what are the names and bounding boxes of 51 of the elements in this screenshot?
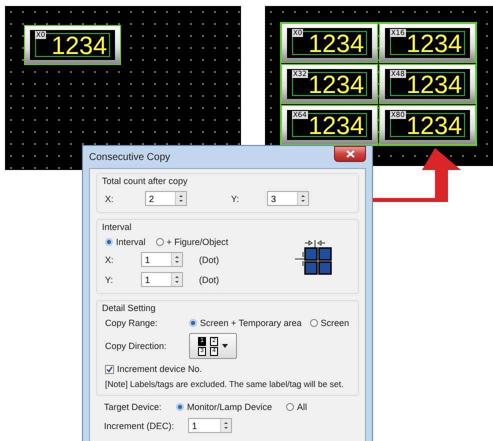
note-text: [Note] Labels/tags are excluded. The same label/tag will be set. bbox=[105, 379, 344, 389]
value-input[interactable]: 2 bbox=[146, 192, 175, 205]
value-input[interactable]: 1 bbox=[189, 419, 220, 432]
field-label: Copy Range: bbox=[105, 318, 159, 328]
arrow-icon bbox=[373, 148, 462, 202]
close-icon bbox=[346, 150, 354, 158]
field-label: Copy Direction: bbox=[105, 341, 168, 351]
field-label: Target Device: bbox=[104, 402, 163, 412]
radio-option[interactable]: Monitor/Lamp Device bbox=[176, 402, 272, 412]
field-label: X: bbox=[105, 254, 115, 264]
window-title: Consecutive Copy bbox=[89, 152, 170, 162]
value-input[interactable]: 1 bbox=[142, 273, 171, 286]
checkmark-icon bbox=[106, 366, 113, 372]
radio-option[interactable]: Interval bbox=[105, 237, 146, 247]
field-label: Increment (DEC): bbox=[104, 420, 176, 430]
display-value: 1234 bbox=[308, 73, 364, 97]
unit-label: (Dot) bbox=[199, 254, 219, 264]
radio-dot-icon[interactable] bbox=[310, 319, 318, 327]
radio-option[interactable]: + Figure/Object bbox=[156, 237, 228, 247]
unit-label: (Dot) bbox=[199, 274, 219, 284]
value-input[interactable]: 3 bbox=[268, 192, 297, 205]
spin-field[interactable]: 3 bbox=[267, 191, 309, 206]
group-label: Interval bbox=[102, 222, 133, 232]
radio-dot-icon[interactable] bbox=[156, 238, 164, 246]
display-value: 1234 bbox=[406, 114, 462, 138]
checkbox[interactable] bbox=[105, 364, 114, 374]
display-value: 1234 bbox=[308, 32, 364, 56]
radio-dot-icon[interactable] bbox=[176, 403, 184, 411]
display-value: 1234 bbox=[51, 34, 107, 58]
field-label: Y: bbox=[105, 274, 114, 284]
field-label: Y: bbox=[230, 194, 240, 204]
caret-icon bbox=[222, 344, 228, 348]
checkbox-option[interactable]: Increment device No. bbox=[105, 364, 350, 374]
group-label: Total count after copy bbox=[102, 176, 189, 186]
field-label: X: bbox=[105, 194, 115, 204]
display-value: 1234 bbox=[406, 73, 462, 97]
spin-field[interactable]: 1 bbox=[188, 418, 232, 433]
group-label: Detail Setting bbox=[102, 303, 157, 313]
radio-option[interactable]: Screen + Temporary area bbox=[189, 318, 302, 328]
close-button[interactable] bbox=[334, 146, 366, 162]
spin-field[interactable]: 2 bbox=[145, 191, 187, 206]
radio-option[interactable]: All bbox=[286, 402, 308, 412]
spin-field[interactable]: 1 bbox=[141, 252, 183, 267]
radio-dot-icon[interactable] bbox=[189, 319, 197, 327]
display-value: 1234 bbox=[308, 114, 364, 138]
radio-dot-icon[interactable] bbox=[286, 403, 294, 411]
spin-field[interactable]: 1 bbox=[141, 272, 183, 287]
radio-option[interactable]: Screen bbox=[310, 318, 350, 328]
display-value: 1234 bbox=[406, 32, 462, 56]
value-input[interactable]: 1 bbox=[142, 253, 171, 266]
radio-dot-icon[interactable] bbox=[105, 238, 113, 246]
